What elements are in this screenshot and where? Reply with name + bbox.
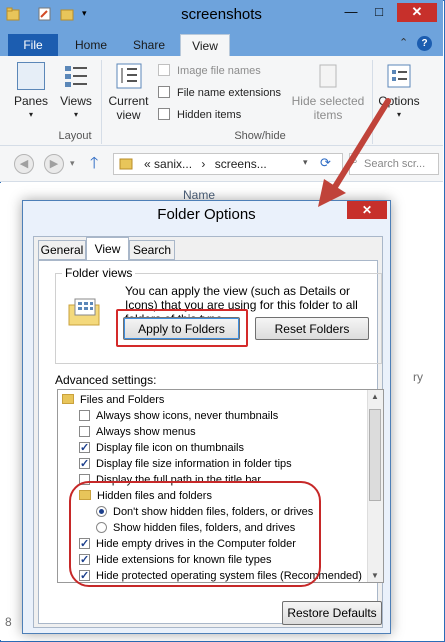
- path-overflow[interactable]: «: [144, 157, 151, 171]
- setting-row[interactable]: Always show menus: [58, 424, 383, 440]
- setting-row: Files and Folders: [58, 392, 383, 408]
- views-button[interactable]: Views ▾: [56, 62, 96, 122]
- panes-button[interactable]: Panes ▾: [10, 62, 52, 122]
- checkbox-label: Hidden items: [177, 109, 242, 121]
- help-icon[interactable]: ?: [417, 36, 432, 51]
- annotation-highlight-oval: [69, 481, 321, 587]
- checkbox[interactable]: [79, 456, 90, 472]
- restore-defaults-button[interactable]: Restore Defaults: [282, 601, 382, 625]
- tab-home[interactable]: Home: [66, 34, 116, 56]
- path-segment[interactable]: screens...: [215, 157, 267, 171]
- checkbox[interactable]: [79, 410, 90, 421]
- maximize-button[interactable]: □: [366, 3, 392, 22]
- scrollbar-thumb[interactable]: [369, 409, 381, 501]
- current-view-button[interactable]: Current view: [106, 62, 151, 122]
- reset-folders-button[interactable]: Reset Folders: [255, 317, 369, 340]
- advanced-settings-label: Advanced settings:: [55, 373, 157, 387]
- layout-group-label: Layout: [58, 130, 92, 142]
- setting-row[interactable]: Always show icons, never thumbnails: [58, 408, 383, 424]
- setting-label: Files and Folders: [80, 394, 165, 406]
- setting-row[interactable]: Display file size information in folder …: [58, 456, 383, 472]
- current-view-icon: [116, 63, 141, 89]
- path-segment[interactable]: sanix...: [154, 157, 192, 171]
- folder-views-legend: Folder views: [62, 266, 136, 280]
- hidden-items-checkbox[interactable]: Hidden items: [158, 108, 241, 126]
- ribbon-separator: [101, 60, 102, 144]
- checkbox-label: Image file names: [177, 65, 261, 77]
- checkbox-box[interactable]: [158, 86, 170, 98]
- checkbox-box: [158, 64, 170, 76]
- checkbox-box[interactable]: [158, 108, 170, 120]
- scroll-down-arrow[interactable]: ▼: [371, 571, 379, 580]
- checkbox[interactable]: [79, 426, 90, 437]
- panes-label: Panes: [13, 94, 49, 108]
- show-hide-group-label: Show/hide: [234, 130, 286, 142]
- back-button[interactable]: ◀: [14, 154, 34, 174]
- setting-label: Always show menus: [96, 426, 196, 438]
- close-button[interactable]: ✕: [397, 3, 437, 22]
- views-icon: [65, 66, 87, 87]
- folder-icon: [62, 394, 74, 404]
- folder-views-icon: [68, 298, 100, 326]
- partial-text: ry: [413, 370, 423, 384]
- scroll-up-arrow[interactable]: ▲: [371, 392, 379, 401]
- current-view-label: Current view: [108, 94, 149, 122]
- up-arrow-icon[interactable]: 🡑: [90, 152, 98, 179]
- folder-icon: [119, 158, 133, 170]
- minimize-ribbon-icon[interactable]: ⌃: [399, 36, 408, 49]
- tab-file[interactable]: File: [8, 34, 58, 56]
- dialog-tab-view[interactable]: View: [86, 237, 129, 261]
- annotation-arrow-icon: [318, 98, 391, 207]
- panes-icon: [17, 62, 45, 90]
- recent-locations-icon[interactable]: ▾: [70, 158, 75, 169]
- forward-button[interactable]: ▶: [44, 154, 64, 174]
- dialog-tab-search[interactable]: Search: [129, 240, 175, 260]
- path-separator[interactable]: ›: [201, 157, 205, 171]
- partial-text: 8: [5, 615, 12, 629]
- setting-label: Display file icon on thumbnails: [96, 442, 244, 454]
- tab-view[interactable]: View: [180, 34, 230, 56]
- file-name-extensions-checkbox[interactable]: File name extensions: [158, 86, 281, 104]
- annotation-highlight-box: [116, 309, 248, 347]
- checkbox-label: File name extensions: [177, 87, 281, 99]
- image-file-names-checkbox: Image file names: [158, 64, 261, 82]
- views-label: Views: [60, 94, 92, 108]
- dialog-tab-general[interactable]: General: [38, 240, 86, 260]
- minimize-button[interactable]: —: [338, 3, 364, 22]
- setting-row[interactable]: Display file icon on thumbnails: [58, 440, 383, 456]
- checkbox[interactable]: [79, 440, 90, 456]
- options-icon: [387, 64, 411, 88]
- setting-label: Display file size information in folder …: [96, 458, 292, 470]
- tab-share[interactable]: Share: [124, 34, 174, 56]
- setting-label: Always show icons, never thumbnails: [96, 410, 279, 422]
- hide-selected-icon: [319, 64, 337, 88]
